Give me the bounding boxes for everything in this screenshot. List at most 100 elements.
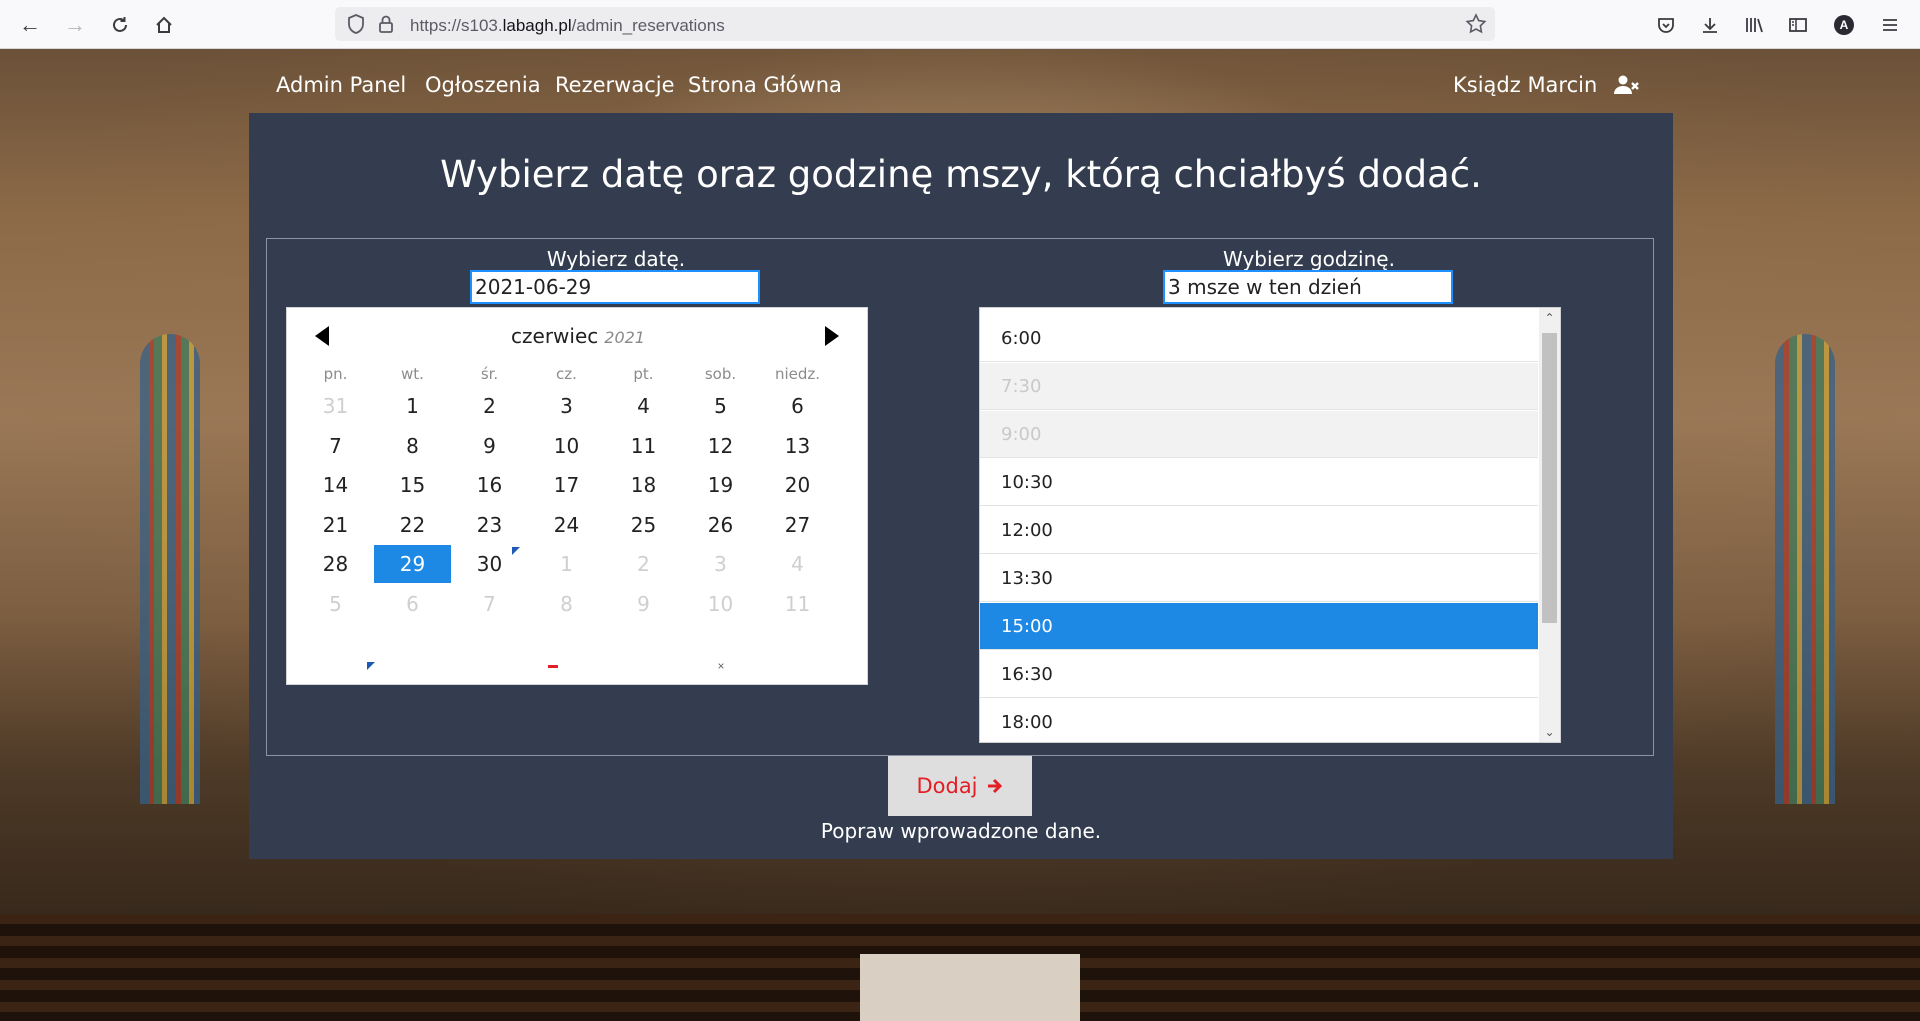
calendar-day[interactable]: 21 — [297, 506, 374, 544]
date-label: Wybierz datę. — [546, 247, 686, 271]
forward-icon[interactable]: → — [60, 10, 90, 40]
calendar-day[interactable]: 7 — [451, 585, 528, 623]
calendar-day[interactable]: 2 — [451, 387, 528, 425]
calendar-day[interactable]: 28 — [297, 545, 374, 583]
calendar-day[interactable]: 9 — [451, 427, 528, 465]
stained-glass-window — [1775, 334, 1835, 804]
date-picker-calendar: czerwiec 2021 × pn. wt. śr. cz. pt. sob. niedz.… — [286, 307, 868, 685]
calendar-day[interactable]: 29 — [374, 545, 451, 583]
time-option[interactable]: 13:30 — [980, 555, 1538, 602]
calendar-day[interactable]: 13 — [759, 427, 836, 465]
calendar-day[interactable]: 16 — [451, 466, 528, 504]
pocket-icon[interactable] — [1651, 10, 1681, 40]
calendar-day[interactable]: 2 — [605, 545, 682, 583]
time-option[interactable]: 10:30 — [980, 459, 1538, 506]
close-icon[interactable]: × — [713, 658, 729, 674]
lock-icon[interactable] — [375, 13, 397, 35]
calendar-day[interactable]: 15 — [374, 466, 451, 504]
calendar-day[interactable]: 8 — [528, 585, 605, 623]
calendar-day[interactable]: 4 — [605, 387, 682, 425]
time-option[interactable]: 15:00 — [980, 603, 1538, 650]
add-button-label: Dodaj — [916, 774, 978, 798]
bookmark-star-icon[interactable] — [1465, 13, 1487, 35]
menu-icon[interactable] — [1875, 10, 1905, 40]
calendar-day[interactable]: 22 — [374, 506, 451, 544]
scroll-down-icon[interactable]: ⌄ — [1539, 722, 1560, 742]
nav-strona-glowna[interactable]: Strona Główna — [688, 73, 842, 97]
weekday-header: pt. — [633, 365, 654, 383]
calendar-day[interactable]: 18 — [605, 466, 682, 504]
next-month-icon[interactable] — [825, 326, 839, 346]
weekday-header: pn. — [323, 365, 348, 383]
nav-admin-panel[interactable]: Admin Panel — [276, 73, 406, 97]
calendar-day[interactable]: 26 — [682, 506, 759, 544]
sidebar-icon[interactable] — [1783, 10, 1813, 40]
calendar-month-title: czerwiec 2021 — [511, 324, 645, 348]
calendar-day[interactable]: 20 — [759, 466, 836, 504]
calendar-day[interactable]: 11 — [605, 427, 682, 465]
time-option[interactable]: 12:00 — [980, 507, 1538, 554]
add-button[interactable]: Dodaj — [888, 756, 1032, 816]
calendar-day[interactable]: 19 — [682, 466, 759, 504]
calendar-day[interactable]: 25 — [605, 506, 682, 544]
scroll-up-icon[interactable]: ⌃ — [1539, 308, 1560, 328]
calendar-day[interactable]: 31 — [297, 387, 374, 425]
calendar-day[interactable]: 23 — [451, 506, 528, 544]
account-icon[interactable]: A — [1829, 10, 1859, 40]
user-logout-icon[interactable] — [1614, 75, 1640, 95]
calendar-day[interactable]: 12 — [682, 427, 759, 465]
home-icon[interactable] — [149, 10, 179, 40]
event-marker-icon — [512, 547, 520, 555]
library-icon[interactable] — [1739, 10, 1769, 40]
calendar-day[interactable]: 11 — [759, 585, 836, 623]
stained-glass-window — [140, 334, 200, 804]
calendar-day[interactable]: 7 — [297, 427, 374, 465]
calendar-day[interactable]: 1 — [374, 387, 451, 425]
calendar-day[interactable]: 4 — [759, 545, 836, 583]
nav-rezerwacje[interactable]: Rezerwacje — [555, 73, 675, 97]
calendar-day[interactable]: 6 — [374, 585, 451, 623]
weekday-header: śr. — [480, 365, 499, 383]
calendar-day[interactable]: 6 — [759, 387, 836, 425]
calendar-day[interactable]: 10 — [682, 585, 759, 623]
time-option[interactable]: 18:00 — [980, 699, 1538, 742]
time-option[interactable]: 16:30 — [980, 651, 1538, 698]
time-option[interactable]: 6:00 — [980, 315, 1538, 362]
weekday-header: cz. — [556, 365, 577, 383]
page-title: Wybierz datę oraz godzinę mszy, którą ch… — [440, 153, 1482, 196]
altar — [860, 954, 1080, 1021]
calendar-day[interactable]: 5 — [682, 387, 759, 425]
url-bar[interactable]: https://s103.labagh.pl/admin_reservation… — [335, 7, 1495, 41]
time-input[interactable] — [1163, 270, 1453, 304]
calendar-day[interactable]: 27 — [759, 506, 836, 544]
browser-toolbar: ← → https://s103.labagh.pl/admin_reserva… — [0, 0, 1920, 49]
calendar-day[interactable]: 3 — [682, 545, 759, 583]
calendar-day[interactable]: 8 — [374, 427, 451, 465]
time-select-list[interactable]: 18:00 16:30 15:00 13:30 12:00 10:30 9:00 7:30 6:… — [979, 307, 1561, 743]
calendar-day[interactable]: 17 — [528, 466, 605, 504]
calendar-day[interactable]: 14 — [297, 466, 374, 504]
calendar-day[interactable]: 1 — [528, 545, 605, 583]
calendar-day[interactable]: 3 — [528, 387, 605, 425]
weekday-header: wt. — [401, 365, 424, 383]
back-icon[interactable]: ← — [15, 10, 45, 40]
reservation-panel: Wybierz datę oraz godzinę mszy, którą ch… — [249, 113, 1673, 859]
date-input[interactable] — [470, 270, 760, 304]
shield-icon[interactable] — [345, 13, 367, 35]
calendar-day[interactable]: 10 — [528, 427, 605, 465]
scrollbar-thumb[interactable] — [1542, 333, 1557, 623]
downloads-icon[interactable] — [1695, 10, 1725, 40]
calendar-day[interactable]: 5 — [297, 585, 374, 623]
calendar-day[interactable]: 24 — [528, 506, 605, 544]
arrow-right-icon — [987, 778, 1002, 794]
reload-icon[interactable] — [105, 10, 135, 40]
user-name-link[interactable]: Ksiądz Marcin — [1453, 73, 1597, 97]
clear-button[interactable] — [545, 658, 561, 674]
url-text[interactable]: https://s103.labagh.pl/admin_reservation… — [410, 16, 725, 36]
calendar-day[interactable]: 9 — [605, 585, 682, 623]
nav-ogloszenia[interactable]: Ogłoszenia — [425, 73, 541, 97]
scrollbar[interactable]: ⌃ ⌄ — [1539, 308, 1560, 742]
status-message: Popraw wprowadzone dane. — [820, 819, 1102, 843]
time-label: Wybierz godzinę. — [1223, 247, 1395, 271]
today-button[interactable] — [363, 658, 379, 674]
